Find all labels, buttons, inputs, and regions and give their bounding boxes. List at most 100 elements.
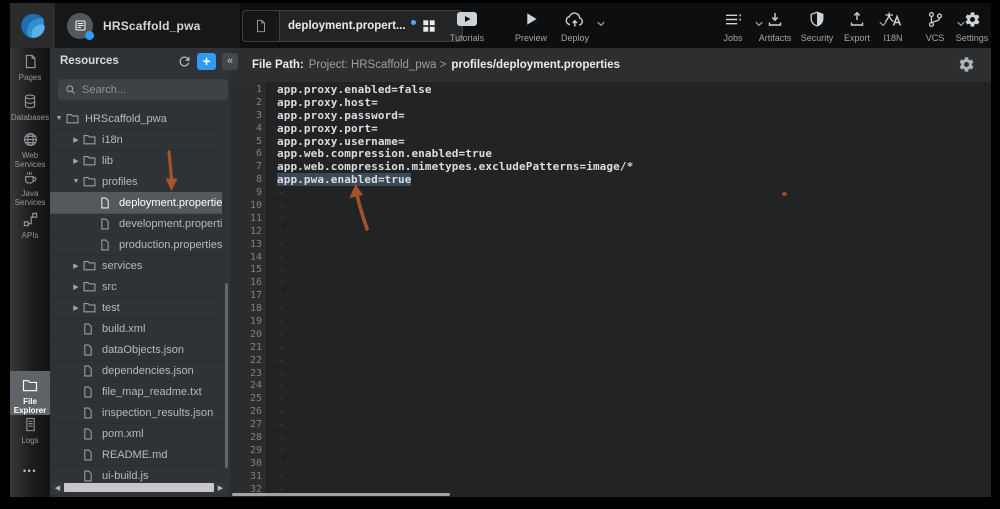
line-number[interactable]: 17 — [230, 290, 268, 303]
line-number[interactable]: 22 — [230, 355, 268, 368]
line-number[interactable]: 6 — [230, 148, 268, 161]
tree-item-production-properties[interactable]: production.properties — [50, 234, 222, 256]
code-line[interactable]: 24- — [230, 380, 991, 393]
scroll-left-arrow-icon[interactable]: ◀ — [52, 484, 63, 492]
tree-item-src[interactable]: ▶src — [50, 276, 222, 298]
line-number[interactable]: 1 — [230, 84, 268, 97]
line-number[interactable]: 9 — [230, 187, 268, 200]
line-number[interactable]: 28 — [230, 432, 268, 445]
code-line[interactable]: 29- — [230, 445, 991, 458]
code-line[interactable]: 26- — [230, 406, 991, 419]
topbar-action-tutorials[interactable]: Tutorials — [435, 9, 499, 43]
tree-item-profiles[interactable]: ▼profiles — [50, 171, 222, 193]
line-number[interactable]: 18 — [230, 303, 268, 316]
code-line[interactable]: 19- — [230, 316, 991, 329]
code-line[interactable]: 1app.proxy.enabled=false — [230, 84, 991, 97]
sidebar-item-databases[interactable]: Databases — [10, 94, 50, 122]
line-number[interactable]: 11 — [230, 213, 268, 226]
line-number[interactable]: 29 — [230, 445, 268, 458]
line-number[interactable]: 10 — [230, 200, 268, 213]
code-line[interactable]: 10- — [230, 200, 991, 213]
topbar-action-settings[interactable]: Settings — [940, 9, 991, 43]
tree-collapsed-icon[interactable]: ▶ — [69, 283, 83, 291]
code-line[interactable]: 3app.proxy.password= — [230, 110, 991, 123]
line-number[interactable]: 25 — [230, 393, 268, 406]
tree-item-dataobjects-json[interactable]: dataObjects.json — [50, 339, 222, 361]
code-line[interactable]: 18- — [230, 303, 991, 316]
line-number[interactable]: 30 — [230, 458, 268, 471]
code-line[interactable]: 4app.proxy.port= — [230, 123, 991, 136]
sidebar-item-java-services[interactable]: JavaServices — [10, 170, 50, 207]
tree-vertical-scrollbar[interactable] — [225, 283, 228, 468]
tree-collapsed-icon[interactable]: ▶ — [69, 262, 83, 270]
tree-item-development-properties[interactable]: development.properties — [50, 213, 222, 235]
code-line[interactable]: 11- — [230, 213, 991, 226]
scrollbar-thumb[interactable] — [64, 483, 214, 492]
topbar-action-deploy[interactable]: Deploy — [543, 9, 607, 43]
editor-settings-gear-icon[interactable] — [958, 56, 975, 73]
line-number[interactable]: 33 — [230, 497, 268, 498]
line-number[interactable]: 13 — [230, 239, 268, 252]
sidebar-item-web-services[interactable]: WebServices — [10, 132, 50, 169]
grid-icon[interactable] — [422, 19, 436, 33]
tree-collapsed-icon[interactable]: ▶ — [69, 136, 83, 144]
code-line[interactable]: 21- — [230, 342, 991, 355]
tree-horizontal-scrollbar[interactable]: ◀ ▶ — [52, 482, 226, 493]
line-number[interactable]: 15 — [230, 264, 268, 277]
line-number[interactable]: 5 — [230, 136, 268, 149]
line-number[interactable]: 20 — [230, 329, 268, 342]
tree-expanded-icon[interactable]: ▼ — [69, 178, 83, 185]
line-number[interactable]: 14 — [230, 252, 268, 265]
tree-item-inspection-results-json[interactable]: inspection_results.json — [50, 402, 222, 424]
scroll-right-arrow-icon[interactable]: ▶ — [215, 484, 226, 492]
add-resource-button[interactable]: + — [197, 53, 216, 70]
open-file-button[interactable] — [243, 11, 280, 41]
code-line[interactable]: 8app.pwa.enabled=true — [230, 174, 991, 187]
tree-item-services[interactable]: ▶services — [50, 255, 222, 277]
code-line[interactable]: 22- — [230, 355, 991, 368]
code-line[interactable]: 13- — [230, 239, 991, 252]
code-line[interactable]: 9- — [230, 187, 991, 200]
tree-item-lib[interactable]: ▶lib — [50, 150, 222, 172]
tree-item-hrscaffold-pwa[interactable]: ▼HRScaffold_pwa — [50, 108, 222, 130]
code-editor[interactable]: 1app.proxy.enabled=false2app.proxy.host=… — [230, 82, 991, 497]
sidebar-item-pages[interactable]: Pages — [10, 54, 50, 82]
code-line[interactable]: 28- — [230, 432, 991, 445]
line-number[interactable]: 2 — [230, 97, 268, 110]
line-number[interactable]: 4 — [230, 123, 268, 136]
code-line[interactable]: 14- — [230, 252, 991, 265]
code-line[interactable]: 23- — [230, 368, 991, 381]
tree-item-i18n[interactable]: ▶i18n — [50, 129, 222, 151]
line-number[interactable]: 19 — [230, 316, 268, 329]
code-line[interactable]: 25- — [230, 393, 991, 406]
line-number[interactable]: 3 — [230, 110, 268, 123]
tree-collapsed-icon[interactable]: ▶ — [69, 157, 83, 165]
code-line[interactable]: 17- — [230, 290, 991, 303]
code-line[interactable]: 2app.proxy.host= — [230, 97, 991, 110]
tree-item-dependencies-json[interactable]: dependencies.json — [50, 360, 222, 382]
code-line[interactable]: 12- — [230, 226, 991, 239]
line-number[interactable]: 24 — [230, 380, 268, 393]
tree-item-readme-md[interactable]: README.md — [50, 444, 222, 466]
code-line[interactable]: 31- — [230, 471, 991, 484]
code-line[interactable]: 30- — [230, 458, 991, 471]
editor-horizontal-scrollbar[interactable] — [232, 493, 450, 496]
code-line[interactable]: 16- — [230, 277, 991, 290]
line-number[interactable]: 12 — [230, 226, 268, 239]
sidebar-item-apis[interactable]: APIs — [10, 212, 50, 240]
line-number[interactable]: 8 — [230, 174, 268, 187]
app-logo-button[interactable] — [10, 3, 55, 48]
line-number[interactable]: 23 — [230, 368, 268, 381]
tree-collapsed-icon[interactable]: ▶ — [69, 304, 83, 312]
sidebar-more-button[interactable]: ••• — [10, 466, 50, 476]
collapse-panel-button[interactable]: « — [222, 53, 238, 70]
tree-expanded-icon[interactable]: ▼ — [52, 115, 66, 122]
tree-item-pom-xml[interactable]: pom.xml — [50, 423, 222, 445]
code-line[interactable]: 15- — [230, 264, 991, 277]
sidebar-item-logs[interactable]: Logs — [10, 417, 50, 445]
code-line[interactable]: 20- — [230, 329, 991, 342]
refresh-icon[interactable] — [177, 54, 193, 70]
line-number[interactable]: 21 — [230, 342, 268, 355]
line-number[interactable]: 7 — [230, 161, 268, 174]
line-number[interactable]: 31 — [230, 471, 268, 484]
